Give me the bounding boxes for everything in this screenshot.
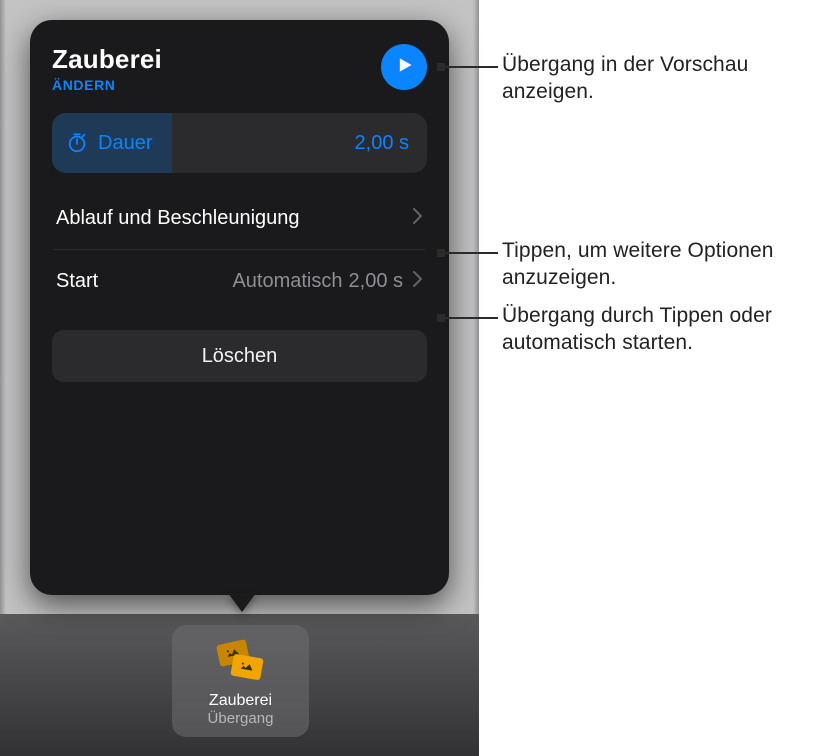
start-value: 2,00 s [349, 270, 409, 293]
delete-label: Löschen [202, 345, 278, 368]
transition-panel: Zauberei ÄNDERN D [30, 20, 449, 595]
inset-shadow-left [0, 0, 6, 614]
delete-button[interactable]: Löschen [52, 330, 427, 382]
callout-more: Tippen, um weitere Optionen anzuzeigen. [502, 237, 832, 292]
chevron-right-icon [413, 270, 423, 293]
device-area: Zauberei ÄNDERN D [0, 0, 479, 756]
magic-move-icon [216, 642, 266, 686]
timer-icon [66, 132, 88, 154]
start-row[interactable]: Start Automatisch 2,00 s [52, 250, 427, 312]
callout-start: Übergang durch Tippen oder automatisch s… [502, 302, 822, 357]
duration-value: 2,00 s [355, 132, 409, 155]
callout-line [441, 66, 498, 68]
duration-label: Dauer [98, 132, 152, 155]
panel-title-block: Zauberei ÄNDERN [52, 44, 162, 93]
chip-title: Zauberei [209, 692, 272, 710]
duration-slider[interactable]: Dauer 2,00 s [52, 113, 427, 173]
callout-line [441, 317, 498, 319]
popover-arrow [228, 593, 256, 612]
start-label: Start [56, 270, 98, 293]
callout-line [441, 252, 498, 254]
inset-shadow-right [473, 0, 479, 614]
panel-header: Zauberei ÄNDERN [52, 44, 427, 93]
callout-preview: Übergang in der Vorschau anzeigen. [502, 51, 822, 106]
change-button[interactable]: ÄNDERN [52, 77, 162, 93]
chevron-right-icon [413, 207, 423, 230]
preview-play-button[interactable] [381, 44, 427, 90]
panel-title: Zauberei [52, 44, 162, 75]
play-icon [394, 55, 414, 80]
start-mode: Automatisch [232, 270, 348, 293]
delivery-label: Ablauf und Beschleunigung [56, 207, 300, 230]
delivery-row[interactable]: Ablauf und Beschleunigung [52, 187, 427, 249]
transition-chip[interactable]: Zauberei Übergang [172, 625, 309, 737]
chip-subtitle: Übergang [208, 710, 274, 727]
